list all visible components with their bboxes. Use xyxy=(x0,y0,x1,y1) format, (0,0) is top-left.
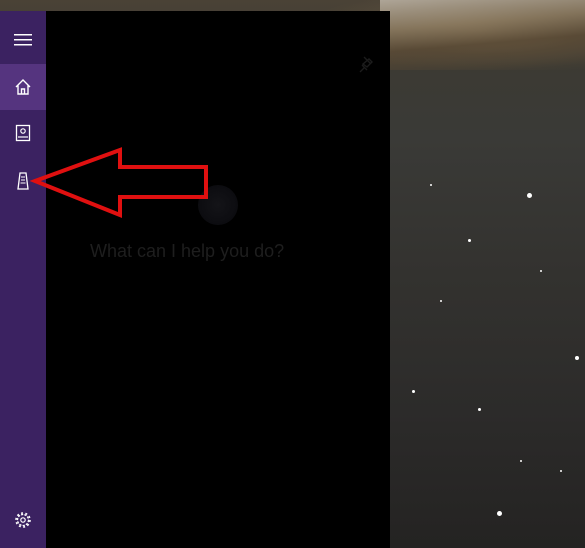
star xyxy=(575,356,579,360)
notebook-icon xyxy=(15,124,31,142)
star xyxy=(412,390,415,393)
settings-button[interactable] xyxy=(0,497,46,543)
star xyxy=(430,184,432,186)
galaxy-band xyxy=(380,0,585,70)
star xyxy=(527,193,532,198)
pin-button[interactable] xyxy=(358,55,376,78)
star xyxy=(497,511,502,516)
left-rail xyxy=(0,11,46,548)
home-icon xyxy=(15,79,31,95)
cortana-prompt: What can I help you do? xyxy=(90,241,285,261)
home-button[interactable] xyxy=(0,64,46,110)
star xyxy=(478,408,481,411)
star xyxy=(520,460,522,462)
star xyxy=(560,470,562,472)
star xyxy=(440,300,442,302)
star xyxy=(468,239,471,242)
gear-icon xyxy=(15,512,31,528)
red-arrow-annotation xyxy=(30,147,208,218)
star xyxy=(540,270,542,272)
menu-button[interactable] xyxy=(0,17,46,63)
cortana-panel: What can I help you do? xyxy=(46,11,390,548)
device-icon xyxy=(17,172,29,190)
pin-icon xyxy=(359,56,373,73)
hamburger-menu-icon xyxy=(14,34,32,46)
